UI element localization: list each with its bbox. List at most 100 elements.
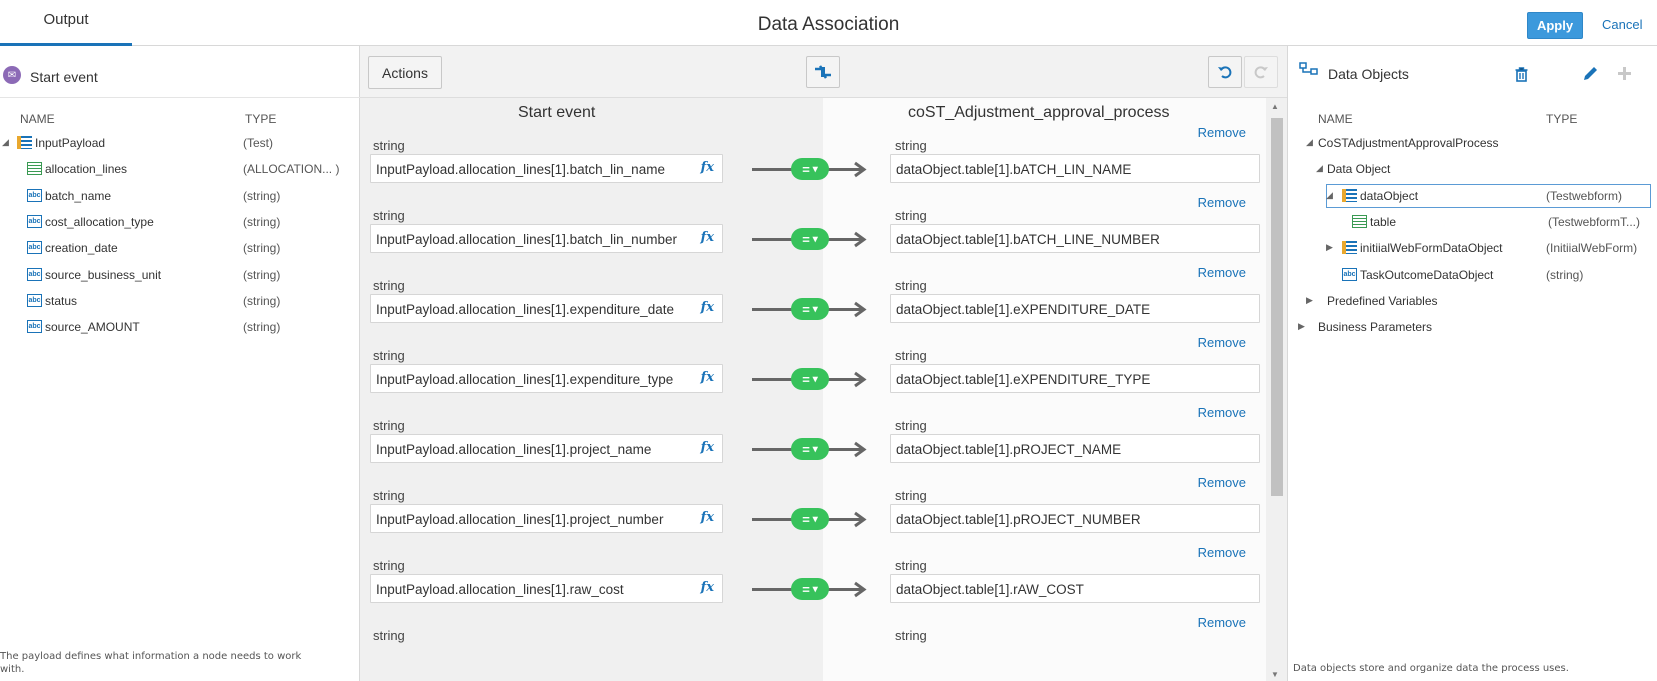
collapse-triangle-icon[interactable]: ▶: [1306, 295, 1313, 306]
source-type-label: string: [373, 208, 405, 223]
add-plus-icon[interactable]: [1617, 66, 1632, 81]
chevron-down-icon: ▾: [812, 373, 818, 385]
data-objects-footnote: Data objects store and organize data the…: [1293, 663, 1569, 674]
data-object-tree-item[interactable]: ▶ Business Parameters: [1288, 314, 1657, 340]
data-object-tree-item[interactable]: ◢ CoSTAdjustmentApprovalProcess: [1288, 130, 1657, 156]
expand-triangle-icon[interactable]: ◢: [1326, 190, 1333, 201]
target-expression-field[interactable]: dataObject.table[1].pROJECT_NUMBER: [890, 504, 1260, 533]
undo-button[interactable]: [1208, 56, 1242, 88]
source-expression-field[interactable]: InputPayload.allocation_lines[1].expendi…: [370, 294, 723, 323]
apply-button[interactable]: Apply: [1527, 12, 1583, 39]
function-fx-icon[interactable]: fx: [701, 370, 714, 385]
data-object-name: Business Parameters: [1318, 320, 1433, 335]
source-expression-field[interactable]: InputPayload.allocation_lines[1].batch_l…: [370, 154, 723, 183]
target-expression-field[interactable]: dataObject.table[1].pROJECT_NAME: [890, 434, 1260, 463]
source-panel: ✉ Start event NAME TYPE ◢ InputPayload (Te…: [0, 46, 360, 681]
string-type-icon: abc: [27, 320, 42, 334]
trash-icon[interactable]: [1515, 67, 1528, 82]
assign-operator-button[interactable]: = ▾: [791, 298, 829, 320]
function-fx-icon[interactable]: fx: [701, 510, 714, 525]
source-tree-item[interactable]: abc batch_name (string): [0, 183, 360, 209]
scroll-down-arrow-icon[interactable]: ▼: [1271, 670, 1279, 679]
function-fx-icon[interactable]: fx: [701, 230, 714, 245]
function-fx-icon[interactable]: fx: [701, 160, 714, 175]
data-objects-header: Data Objects: [1288, 46, 1657, 98]
auto-map-button[interactable]: [806, 56, 840, 88]
source-tree-item[interactable]: ◢ InputPayload (Test): [0, 130, 360, 156]
scroll-up-arrow-icon[interactable]: ▲: [1271, 102, 1279, 111]
assign-operator-button[interactable]: = ▾: [791, 578, 829, 600]
table-type-icon: [1352, 214, 1367, 228]
source-tree-item[interactable]: abc creation_date (string): [0, 235, 360, 261]
target-expression-field[interactable]: dataObject.table[1].eXPENDITURE_TYPE: [890, 364, 1260, 393]
collapse-triangle-icon[interactable]: ▶: [1326, 242, 1333, 253]
chevron-down-icon: ▾: [812, 163, 818, 175]
target-type-label: string: [895, 348, 927, 363]
source-expression-field[interactable]: InputPayload.allocation_lines[1].batch_l…: [370, 224, 723, 253]
scroll-thumb[interactable]: [1271, 118, 1283, 496]
assign-operator-button[interactable]: = ▾: [791, 368, 829, 390]
target-expression-field[interactable]: dataObject.table[1].eXPENDITURE_DATE: [890, 294, 1260, 323]
mapping-connector: = ▾: [752, 508, 871, 530]
source-tree-item[interactable]: allocation_lines (ALLOCATION... ): [0, 156, 360, 182]
remove-mapping-link[interactable]: Remove: [1198, 545, 1246, 560]
remove-mapping-link[interactable]: Remove: [1198, 195, 1246, 210]
remove-mapping-link[interactable]: Remove: [1198, 405, 1246, 420]
assign-operator-button[interactable]: = ▾: [791, 158, 829, 180]
data-object-tree-item[interactable]: ◢ dataObject (Testwebform): [1288, 183, 1657, 209]
name-column-header: NAME: [20, 112, 55, 126]
data-object-tree-item[interactable]: abc TaskOutcomeDataObject (string): [1288, 262, 1657, 288]
cancel-button[interactable]: Cancel: [1602, 17, 1642, 32]
source-type-label: string: [373, 418, 405, 433]
source-expression-field[interactable]: InputPayload.allocation_lines[1].raw_cos…: [370, 574, 723, 603]
source-type-label: string: [373, 488, 405, 503]
source-tree-item[interactable]: abc source_business_unit (string): [0, 262, 360, 288]
payload-footnote-line1: The payload defines what information a n…: [0, 651, 302, 662]
arrow-right-icon: [854, 301, 867, 318]
data-object-tree-item[interactable]: ▶ initiialWebFormDataObject (InitiialWebFo…: [1288, 235, 1657, 261]
actions-button[interactable]: Actions: [368, 56, 442, 89]
function-fx-icon[interactable]: fx: [701, 300, 714, 315]
data-object-tree-item[interactable]: table (TestwebformT...): [1288, 209, 1657, 235]
source-item-name: allocation_lines: [45, 162, 128, 177]
source-panel-title: Start event: [30, 69, 98, 85]
remove-mapping-link[interactable]: Remove: [1198, 125, 1246, 140]
mapping-connector: = ▾: [752, 578, 871, 600]
mapping-scrollbar[interactable]: ▲ ▼: [1266, 98, 1287, 681]
edit-pencil-icon[interactable]: [1582, 65, 1599, 82]
data-object-tree-item[interactable]: ▶ Predefined Variables: [1288, 288, 1657, 314]
tab-output[interactable]: Output: [0, 0, 132, 46]
mapping-row: string string Remove InputPayload.allocatio…: [360, 545, 1266, 632]
chevron-down-icon: ▾: [812, 233, 818, 245]
assign-operator-button[interactable]: = ▾: [791, 508, 829, 530]
assign-operator-button[interactable]: = ▾: [791, 438, 829, 460]
source-expression-field[interactable]: InputPayload.allocation_lines[1].expendi…: [370, 364, 723, 393]
source-tree-item[interactable]: abc cost_allocation_type (string): [0, 209, 360, 235]
assign-operator-button[interactable]: = ▾: [791, 228, 829, 250]
source-expression-field[interactable]: InputPayload.allocation_lines[1].project…: [370, 434, 723, 463]
remove-mapping-link[interactable]: Remove: [1198, 265, 1246, 280]
source-expression-field[interactable]: InputPayload.allocation_lines[1].project…: [370, 504, 723, 533]
target-expression-field[interactable]: dataObject.table[1].bATCH_LINE_NUMBER: [890, 224, 1260, 253]
source-type-label: string: [373, 628, 405, 643]
expand-triangle-icon[interactable]: ◢: [1316, 163, 1323, 174]
target-expression-text: dataObject.table[1].rAW_COST: [896, 582, 1084, 597]
target-expression-field[interactable]: dataObject.table[1].bATCH_LIN_NAME: [890, 154, 1260, 183]
source-tree-item[interactable]: abc source_AMOUNT (string): [0, 314, 360, 340]
function-fx-icon[interactable]: fx: [701, 580, 714, 595]
type-column-header: TYPE: [245, 112, 277, 126]
source-item-type: (string): [243, 293, 281, 308]
expand-triangle-icon[interactable]: ◢: [1306, 137, 1313, 148]
source-item-name: batch_name: [45, 188, 112, 203]
function-fx-icon[interactable]: fx: [701, 440, 714, 455]
data-object-tree-item[interactable]: ◢ Data Object: [1288, 156, 1657, 182]
remove-mapping-link[interactable]: Remove: [1198, 475, 1246, 490]
expand-triangle-icon[interactable]: ◢: [2, 137, 9, 148]
target-expression-field[interactable]: dataObject.table[1].rAW_COST: [890, 574, 1260, 603]
chevron-down-icon: ▾: [812, 583, 818, 595]
source-tree-item[interactable]: abc status (string): [0, 288, 360, 314]
remove-mapping-link[interactable]: Remove: [1198, 335, 1246, 350]
remove-mapping-link[interactable]: Remove: [1198, 615, 1246, 630]
collapse-triangle-icon[interactable]: ▶: [1298, 321, 1305, 332]
redo-button[interactable]: [1244, 56, 1278, 88]
